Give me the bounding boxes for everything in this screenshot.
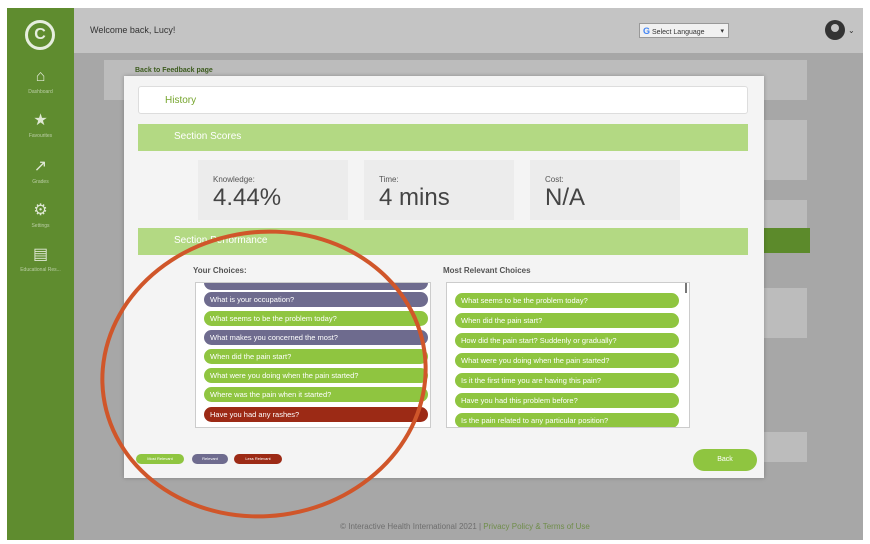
chevron-down-icon[interactable]: ⌄	[848, 26, 855, 35]
back-to-feedback-link[interactable]: Back to Feedback page	[135, 67, 213, 74]
list-item: Is the pain related to any particular po…	[455, 413, 679, 427]
list-item: What were you doing when the pain starte…	[455, 353, 679, 368]
dropdown-arrow-icon: ▾	[720, 28, 724, 35]
welcome-text: Welcome back, Lucy!	[90, 25, 176, 35]
history-header: History	[138, 86, 748, 114]
google-icon: G	[643, 26, 651, 36]
list-item: When did the pain start?	[455, 313, 679, 328]
score-label: Knowledge:	[213, 175, 255, 184]
score-value: 4 mins	[379, 184, 450, 211]
sidebar: C ⌂ Dashboard ★ Favourites ↗ Grades ⚙ Se…	[7, 8, 74, 540]
house-icon: ⌂	[35, 68, 46, 85]
cost-score: Cost: N/A	[530, 160, 680, 220]
section-scores-bar: Section Scores	[138, 124, 748, 151]
most-relevant-heading: Most Relevant Choices	[443, 266, 531, 275]
sidebar-item-educational[interactable]: ▤ Educational Res...	[7, 246, 74, 273]
list-item: How did the pain start? Suddenly or grad…	[455, 333, 679, 348]
sidebar-item-settings[interactable]: ⚙ Settings	[7, 202, 74, 229]
copyright-text: © Interactive Health International 2021 …	[340, 522, 484, 531]
list-item: Have you had this problem before?	[455, 393, 679, 408]
background-tab	[764, 228, 810, 253]
language-select[interactable]: G Select Language ▾	[639, 23, 729, 38]
star-icon: ★	[33, 112, 48, 129]
sidebar-item-label: Educational Res...	[20, 267, 61, 273]
section-scores-title: Section Scores	[174, 131, 242, 142]
logo[interactable]: C	[25, 20, 55, 50]
language-select-label: Select Language	[652, 29, 705, 36]
list-item: Is it the first time you are having this…	[455, 373, 679, 388]
sidebar-item-label: Grades	[32, 179, 49, 185]
score-value: 4.44%	[213, 184, 282, 211]
sidebar-item-grades[interactable]: ↗ Grades	[7, 158, 74, 185]
sidebar-item-label: Dashboard	[28, 89, 53, 95]
sidebar-item-label: Favourites	[28, 133, 53, 139]
scrollbar[interactable]	[685, 283, 687, 293]
back-button[interactable]: Back	[693, 449, 757, 471]
score-label: Time:	[379, 175, 399, 184]
privacy-policy-link[interactable]: Privacy Policy	[483, 522, 533, 531]
avatar[interactable]	[825, 20, 845, 40]
sidebar-item-favourites[interactable]: ★ Favourites	[7, 112, 74, 139]
sidebar-item-dashboard[interactable]: ⌂ Dashboard	[7, 68, 74, 95]
terms-link[interactable]: Terms of Use	[543, 522, 590, 531]
most-relevant-list[interactable]: What seems to be the problem today? When…	[446, 282, 690, 428]
book-icon: ▤	[32, 246, 49, 263]
top-bar: Welcome back, Lucy!	[74, 8, 863, 53]
footer-amp: &	[533, 522, 543, 531]
time-score: Time: 4 mins	[364, 160, 514, 220]
sidebar-item-label: Settings	[31, 223, 50, 229]
score-value: N/A	[545, 184, 586, 211]
chart-icon: ↗	[33, 158, 48, 175]
background-card	[764, 200, 807, 228]
list-item: What seems to be the problem today?	[455, 293, 679, 308]
knowledge-score: Knowledge: 4.44%	[198, 160, 348, 220]
score-label: Cost:	[545, 175, 564, 184]
modal-title: History	[165, 95, 197, 106]
footer: © Interactive Health International 2021 …	[7, 522, 863, 531]
gears-icon: ⚙	[33, 202, 48, 219]
